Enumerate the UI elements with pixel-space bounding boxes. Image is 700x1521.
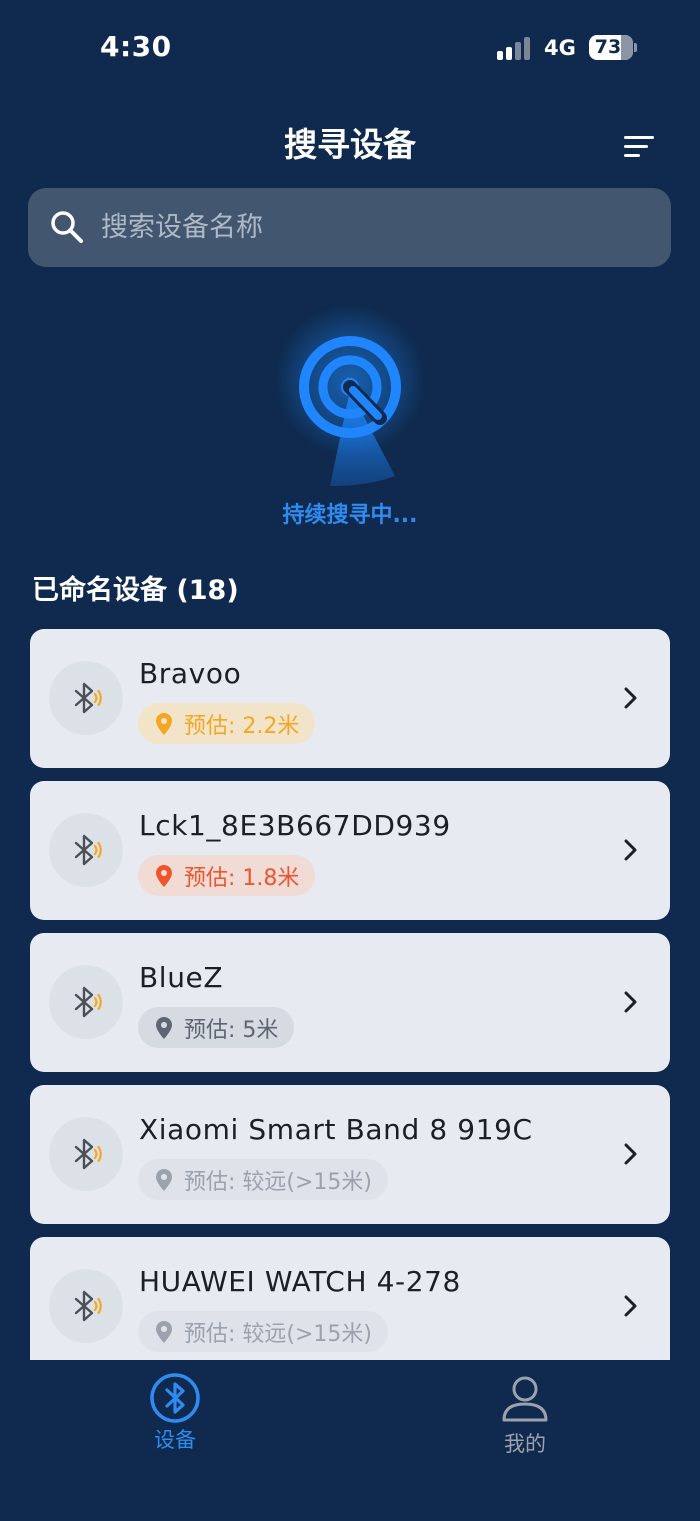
distance-badge: 预估: 较远(>15米)	[138, 1159, 388, 1200]
search-input[interactable]	[101, 188, 641, 267]
location-pin-icon	[156, 1168, 172, 1191]
distance-text: 预估: 2.2米	[184, 713, 300, 739]
device-card[interactable]: Lck1_8E3B667DD939 预估: 1.8米	[30, 781, 670, 920]
bluetooth-signal-icon	[49, 965, 123, 1039]
chevron-right-icon	[624, 839, 637, 861]
radar-graphic	[299, 336, 401, 486]
location-pin-icon	[156, 1016, 172, 1039]
battery-icon: 73	[589, 35, 633, 60]
device-name: Lck1_8E3B667DD939	[139, 809, 451, 842]
device-card[interactable]: HUAWEI WATCH 4-278 预估: 较远(>15米)	[30, 1237, 670, 1360]
device-name: BlueZ	[139, 961, 224, 994]
tab-profile-label: 我的	[504, 1432, 546, 1456]
bluetooth-signal-icon	[49, 1117, 123, 1191]
battery-level: 73	[594, 36, 622, 58]
distance-badge: 预估: 5米	[138, 1007, 295, 1048]
scan-status: 持续搜寻中...	[282, 503, 418, 528]
distance-text: 预估: 较远(>15米)	[184, 1321, 372, 1347]
device-name: Bravoo	[139, 657, 242, 690]
location-pin-icon	[156, 1320, 172, 1343]
tab-profile[interactable]: 我的	[465, 1370, 585, 1460]
location-pin-icon	[156, 712, 172, 735]
status-bar: 4:30 4G 73	[0, 0, 700, 90]
device-card[interactable]: Bravoo 预估: 2.2米	[30, 629, 670, 768]
device-card[interactable]: BlueZ 预估: 5米	[30, 933, 670, 1072]
tab-devices-label: 设备	[154, 1428, 196, 1452]
device-name: HUAWEI WATCH 4-278	[139, 1265, 461, 1298]
bluetooth-signal-icon	[49, 661, 123, 735]
distance-text: 预估: 5米	[184, 1017, 279, 1043]
chevron-right-icon	[624, 1143, 637, 1165]
distance-text: 预估: 较远(>15米)	[184, 1169, 372, 1195]
cellular-signal-icon	[497, 36, 533, 60]
device-name: Xiaomi Smart Band 8 919C	[139, 1113, 533, 1146]
location-pin-icon	[156, 864, 172, 887]
device-card[interactable]: Xiaomi Smart Band 8 919C 预估: 较远(>15米)	[30, 1085, 670, 1224]
distance-badge: 预估: 较远(>15米)	[138, 1311, 388, 1352]
section-title: 已命名设备 (18)	[32, 575, 239, 606]
sort-lines-icon[interactable]	[620, 132, 660, 162]
bluetooth-signal-icon	[49, 1269, 123, 1343]
search-box[interactable]	[28, 188, 671, 267]
radar-scan-icon	[250, 290, 450, 500]
chevron-right-icon	[624, 687, 637, 709]
network-type: 4G	[544, 36, 576, 60]
distance-text: 预估: 1.8米	[184, 865, 300, 891]
bluetooth-signal-icon	[49, 813, 123, 887]
chevron-right-icon	[624, 1295, 637, 1317]
battery-cap	[634, 43, 637, 52]
bluetooth-icon	[150, 1373, 200, 1423]
device-list[interactable]: Bravoo 预估: 2.2米 Lck1_8E3B667DD939 预估: 1.…	[30, 629, 670, 1360]
distance-badge: 预估: 1.8米	[138, 855, 316, 896]
person-icon	[502, 1376, 548, 1422]
tab-devices[interactable]: 设备	[115, 1370, 235, 1460]
chevron-right-icon	[624, 991, 637, 1013]
search-icon	[51, 211, 83, 243]
distance-badge: 预估: 2.2米	[138, 703, 316, 744]
page-title: 搜寻设备	[284, 125, 416, 164]
status-time: 4:30	[100, 30, 172, 63]
tab-bar: 设备 我的	[0, 1360, 700, 1521]
